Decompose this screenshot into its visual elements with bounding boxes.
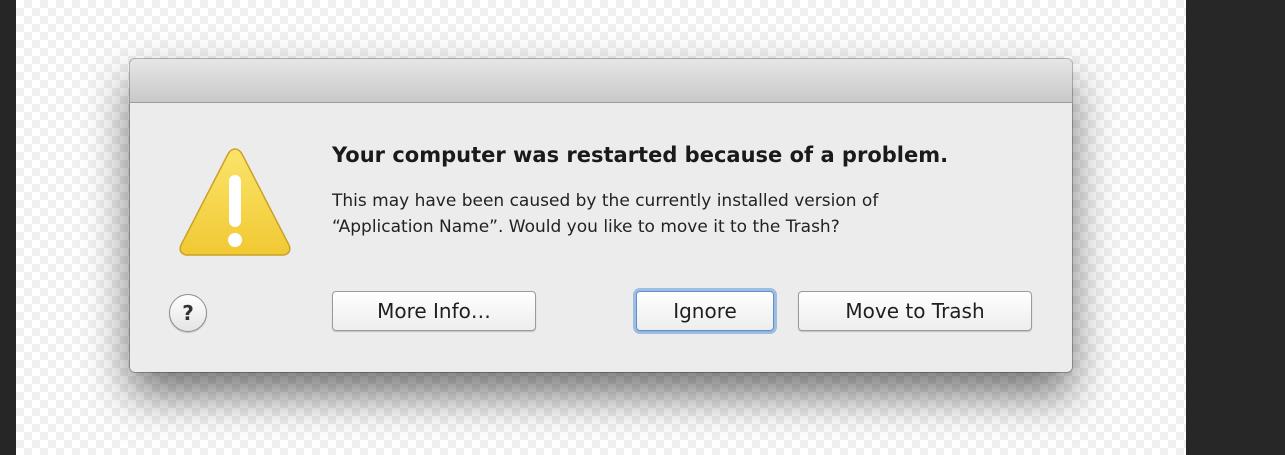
warning-triangle-icon [179, 148, 291, 256]
alert-headline: Your computer was restarted because of a… [332, 143, 949, 167]
alert-dialog: Your computer was restarted because of a… [130, 59, 1072, 372]
alert-message-line-1: This may have been caused by the current… [332, 191, 879, 211]
alert-message-line-2: “Application Name”. Would you like to mo… [332, 217, 840, 237]
more-info-button[interactable]: More Info… [332, 291, 536, 331]
right-dark-panel [1186, 0, 1285, 455]
ignore-button[interactable]: Ignore [636, 291, 774, 331]
alert-message: This may have been caused by the current… [332, 188, 1032, 240]
dialog-titlebar[interactable] [130, 59, 1072, 103]
left-dark-strip [0, 0, 16, 455]
move-to-trash-button[interactable]: Move to Trash [798, 291, 1032, 331]
help-button[interactable]: ? [169, 294, 207, 332]
